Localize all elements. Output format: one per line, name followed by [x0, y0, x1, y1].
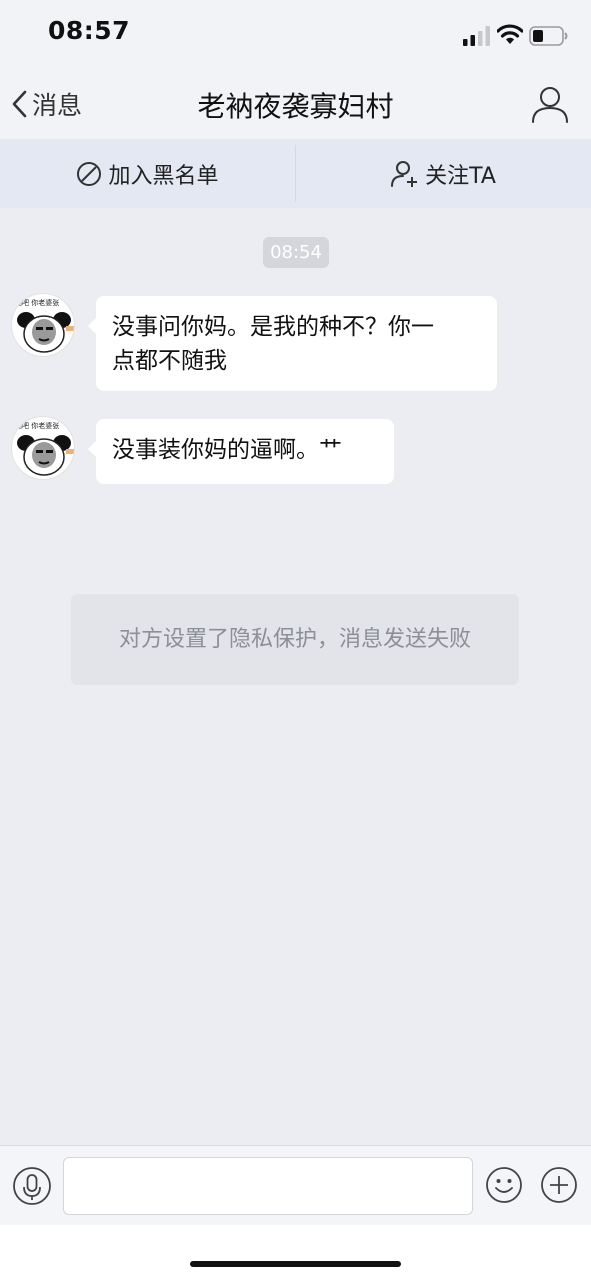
message-bubble[interactable]: 没事装你妈的逼啊。艹: [88, 419, 394, 484]
status-time: 08:57: [48, 16, 131, 45]
navigation-bar: 消息 老衲夜袭寡妇村: [0, 64, 591, 139]
wifi-icon: [497, 24, 523, 44]
input-bar: [0, 1145, 591, 1225]
cellular-signal-icon: [463, 26, 490, 46]
add-user-icon: [391, 160, 418, 187]
user-icon[interactable]: [530, 84, 570, 124]
block-button[interactable]: 加入黑名单: [0, 139, 295, 208]
message-text: 没事装你妈的逼啊。艹: [112, 437, 342, 463]
block-label: 加入黑名单: [108, 163, 219, 189]
smiley-icon[interactable]: [485, 1166, 523, 1204]
top-area: 08:57 消息 老衲夜袭寡妇村: [0, 0, 591, 139]
avatar-caption: 摇吧 你老婆张: [15, 298, 59, 307]
avatar-caption: 摇吧 你老婆张: [15, 421, 59, 430]
page-title: 老衲夜袭寡妇村: [197, 90, 394, 123]
prohibit-icon: [77, 161, 102, 186]
home-indicator[interactable]: [190, 1261, 401, 1267]
home-area: [0, 1225, 591, 1279]
plus-icon[interactable]: [540, 1166, 578, 1204]
chat-timestamp: 08:54: [263, 237, 329, 268]
avatar[interactable]: 摇吧 你老婆张: [11, 416, 75, 480]
follow-label: 关注TA: [425, 163, 496, 189]
panda-meme-avatar-icon: 摇吧 你老婆张: [15, 421, 74, 476]
battery-icon: [529, 26, 568, 46]
message-text: 没事问你妈。是我的种不？你一: [112, 314, 434, 340]
message-bubble[interactable]: 没事问你妈。是我的种不？你一 点都不随我: [88, 296, 497, 391]
message-input[interactable]: [63, 1157, 473, 1215]
system-notice: 对方设置了隐私保护，消息发送失败: [71, 594, 519, 685]
message-text: 点都不随我: [112, 348, 227, 374]
avatar[interactable]: 摇吧 你老婆张: [11, 293, 75, 357]
microphone-icon[interactable]: [12, 1166, 52, 1206]
status-bar: 08:57: [0, 0, 591, 64]
action-bar: 加入黑名单 关注TA: [0, 139, 591, 208]
panda-meme-avatar-icon: 摇吧 你老婆张: [15, 298, 74, 353]
follow-button[interactable]: 关注TA: [296, 139, 591, 208]
